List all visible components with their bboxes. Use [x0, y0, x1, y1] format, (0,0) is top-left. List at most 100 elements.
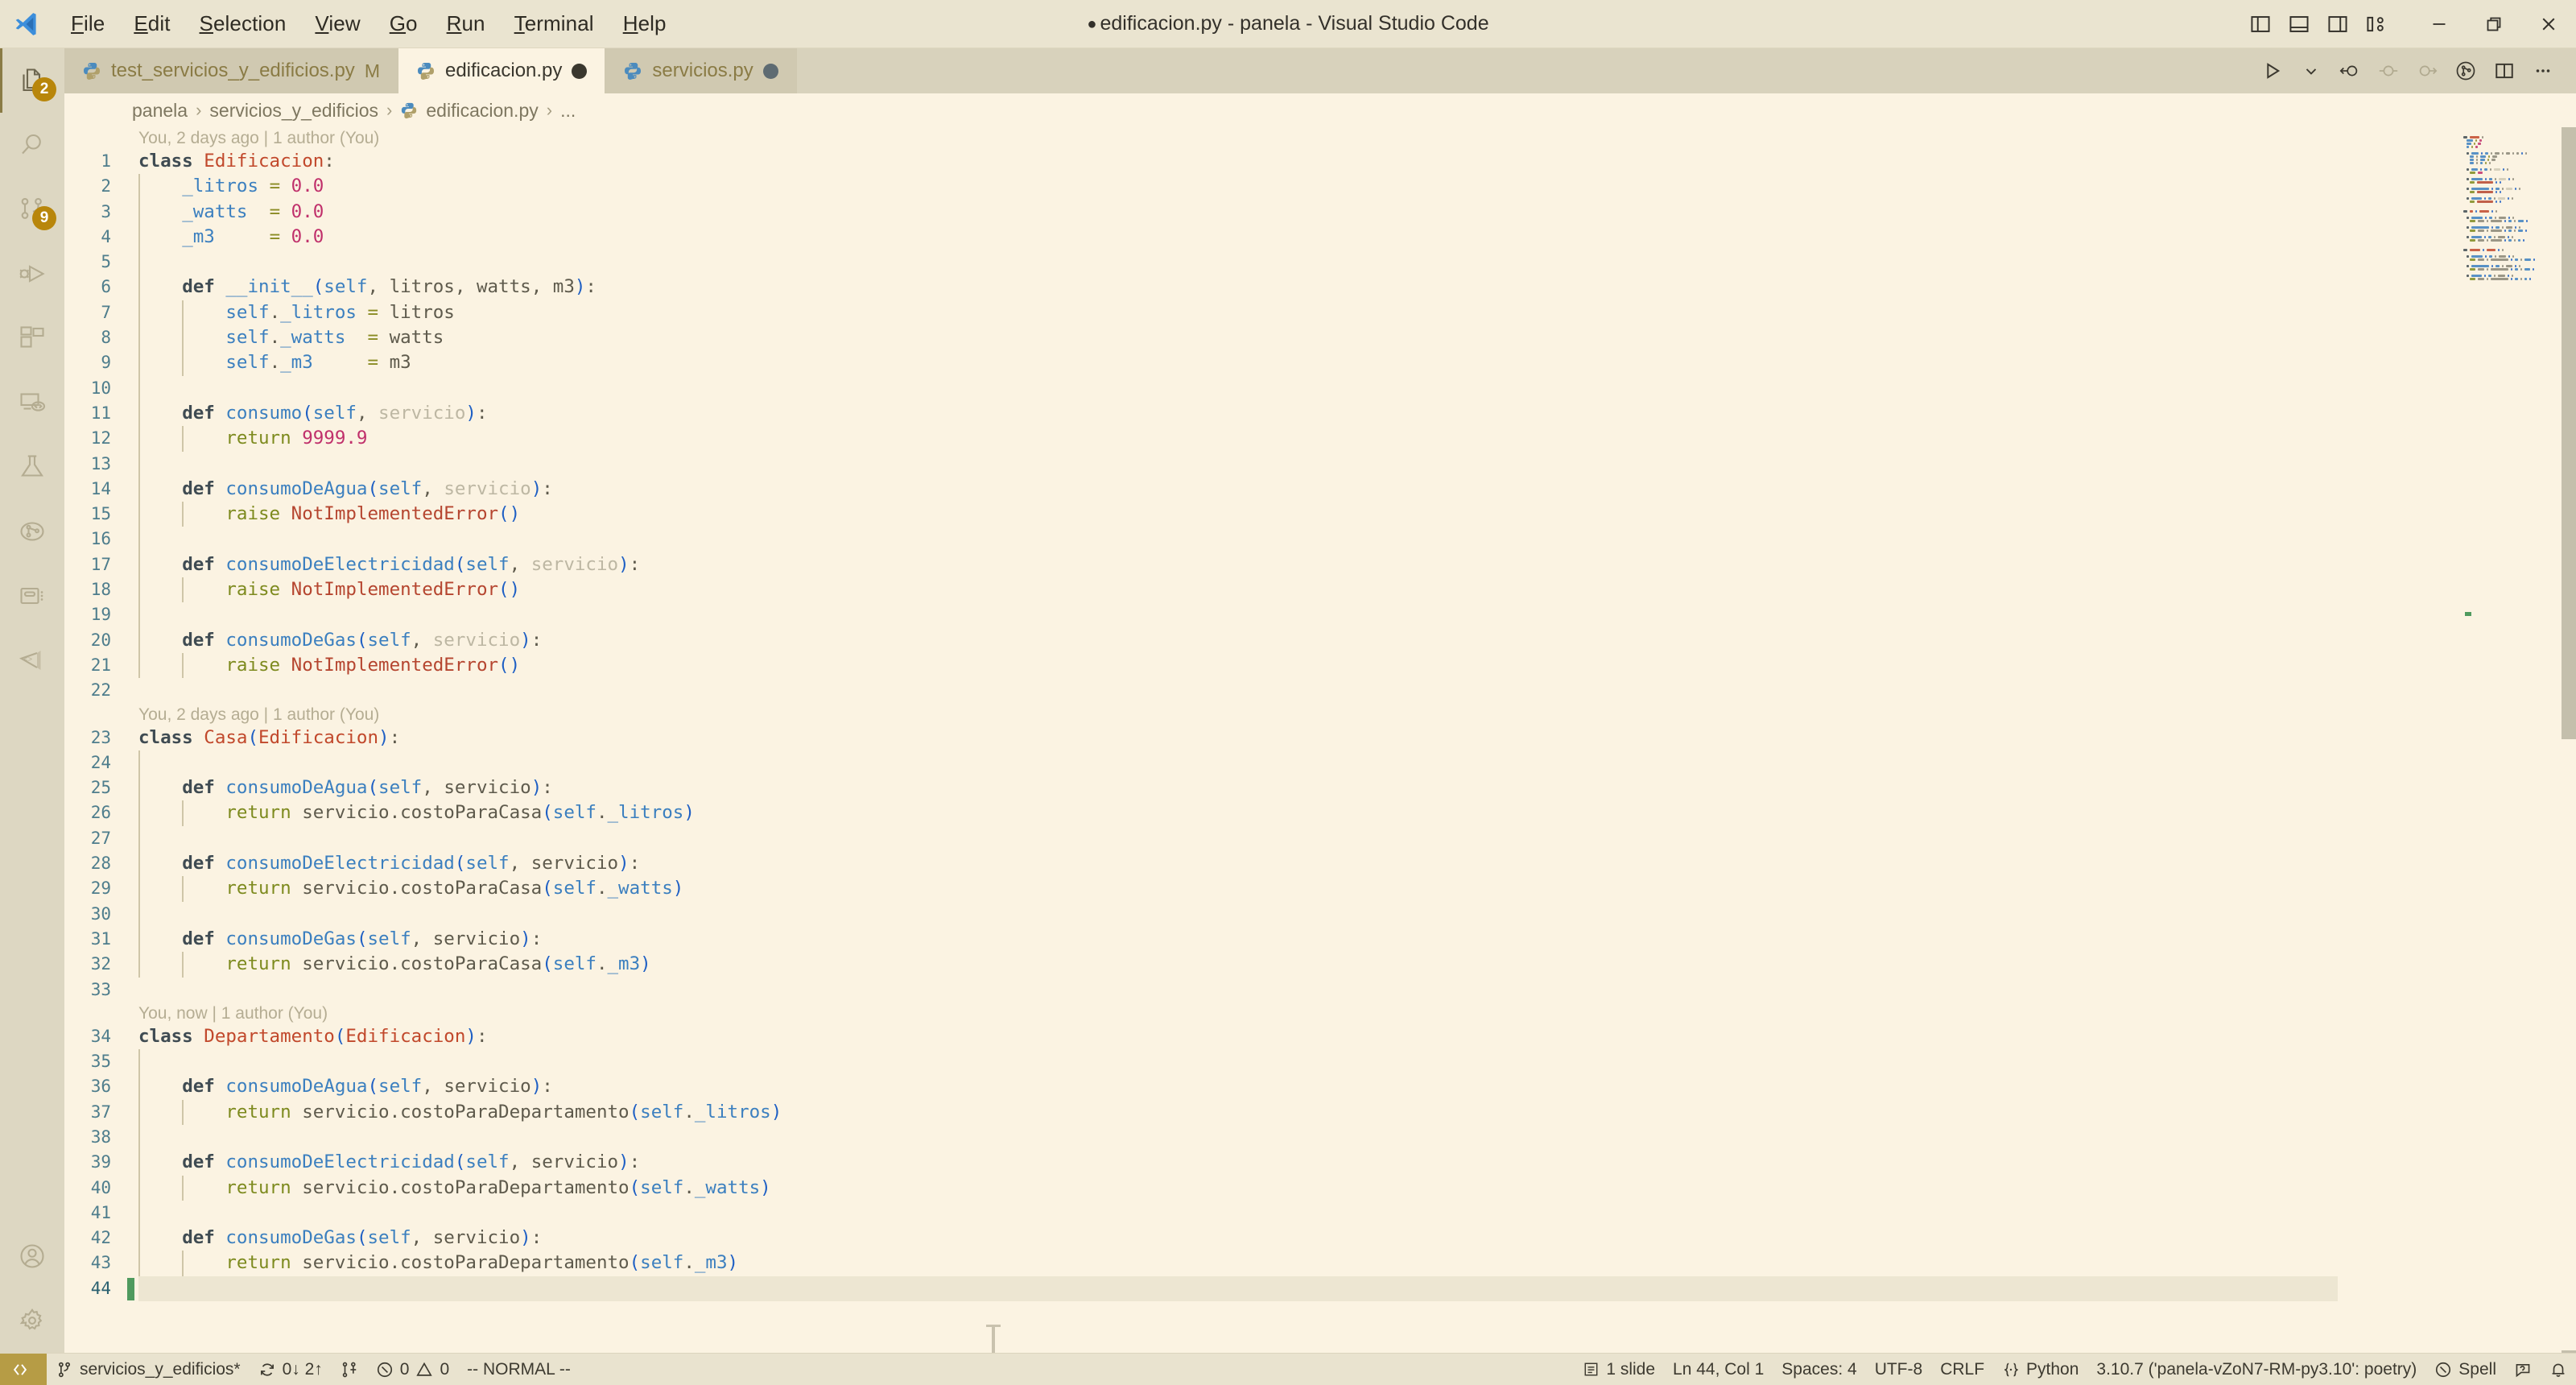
code-line[interactable]: 5: [64, 250, 2455, 275]
line-content[interactable]: [122, 250, 2455, 275]
line-content[interactable]: def __init__(self, litros, watts, m3):: [122, 275, 2455, 300]
status-language-mode[interactable]: Python: [1993, 1354, 2087, 1385]
line-content[interactable]: def consumoDeElectricidad(self, servicio…: [122, 1150, 2455, 1176]
code-line[interactable]: 43 return servicio.costoParaDepartamento…: [64, 1251, 2455, 1276]
minimap[interactable]: [2455, 127, 2576, 1353]
code-line[interactable]: 34 class Departamento(Edificacion):: [64, 1024, 2455, 1049]
status-feedback[interactable]: [2505, 1354, 2541, 1385]
line-content[interactable]: def consumoDeGas(self, servicio):: [122, 926, 2455, 953]
line-content[interactable]: [122, 1276, 2455, 1301]
line-content[interactable]: [122, 602, 2455, 628]
code-line[interactable]: 35: [64, 1049, 2455, 1075]
sidebar-item-git-graph[interactable]: [0, 499, 64, 564]
sidebar-item-search[interactable]: [0, 113, 64, 177]
gear-icon[interactable]: [0, 1288, 64, 1353]
line-content[interactable]: def consumoDeAgua(self, servicio):: [122, 775, 2455, 801]
line-content[interactable]: def consumoDeElectricidad(self, servicio…: [122, 851, 2455, 877]
breadcrumb-item-panela[interactable]: panela: [132, 100, 188, 122]
line-content[interactable]: return servicio.costoParaCasa(self._watt…: [122, 876, 2455, 902]
line-content[interactable]: [122, 527, 2455, 552]
line-content[interactable]: raise NotImplementedError(): [122, 652, 2455, 679]
line-content[interactable]: self._litros = litros: [122, 300, 2455, 326]
code-line[interactable]: 12 return 9999.9: [64, 426, 2455, 452]
step-current-icon[interactable]: [2370, 52, 2407, 89]
line-content[interactable]: raise NotImplementedError(): [122, 577, 2455, 603]
minimize-button[interactable]: [2412, 0, 2467, 48]
menu-selection[interactable]: Selection: [185, 6, 301, 41]
line-content[interactable]: [122, 825, 2455, 852]
menu-go[interactable]: Go: [375, 6, 432, 41]
line-content[interactable]: return servicio.costoParaCasa(self._m3): [122, 952, 2455, 978]
code-line[interactable]: 28 def consumoDeElectricidad(self, servi…: [64, 851, 2455, 877]
breadcrumb-item-servicios_y_edificios[interactable]: servicios_y_edificios: [209, 100, 378, 122]
code-line[interactable]: 41: [64, 1200, 2455, 1226]
breadcrumb-item-edificacion[interactable]: edificacion.py: [426, 100, 538, 122]
code-line[interactable]: 7 self._litros = litros: [64, 300, 2455, 326]
code-line[interactable]: 30: [64, 901, 2455, 927]
code-line[interactable]: 29 return servicio.costoParaCasa(self._w…: [64, 876, 2455, 902]
status-git-branch[interactable]: servicios_y_edificios*: [47, 1354, 250, 1385]
split-editor-icon[interactable]: [2486, 52, 2523, 89]
code-line[interactable]: 3 _watts = 0.0: [64, 199, 2455, 225]
restore-button[interactable]: [2467, 0, 2521, 48]
tab-edificacion[interactable]: edificacion.py: [398, 48, 606, 93]
code-line[interactable]: 17 def consumoDeElectricidad(self, servi…: [64, 552, 2455, 578]
line-content[interactable]: [122, 678, 2455, 703]
status-cursor-position[interactable]: Ln 44, Col 1: [1664, 1354, 1773, 1385]
code-line[interactable]: 10: [64, 375, 2455, 401]
status-spell-checker[interactable]: Spell: [2425, 1354, 2505, 1385]
line-content[interactable]: return servicio.costoParaCasa(self._litr…: [122, 800, 2455, 826]
line-content[interactable]: [122, 978, 2455, 1003]
status-git-sync[interactable]: 0↓ 2↑: [250, 1354, 332, 1385]
git-graph-circle-icon[interactable]: [2447, 52, 2484, 89]
code-editor[interactable]: You, 2 days ago | 1 author (You) 1 class E…: [64, 127, 2576, 1353]
tab-dirty-indicator[interactable]: [762, 63, 778, 79]
status-notifications[interactable]: [2541, 1354, 2576, 1385]
code-lines[interactable]: You, 2 days ago | 1 author (You) 1 class E…: [64, 127, 2455, 1302]
sidebar-item-run-and-debug[interactable]: [0, 242, 64, 306]
line-content[interactable]: [122, 750, 2455, 776]
toggle-panel-icon[interactable]: [2281, 6, 2317, 42]
code-line[interactable]: 27: [64, 825, 2455, 852]
status-python-interpreter[interactable]: 3.10.7 ('panela-vZoN7-RM-py3.10': poetry…: [2087, 1354, 2425, 1385]
status-encoding[interactable]: UTF-8: [1866, 1354, 1932, 1385]
chevron-down-icon[interactable]: [2293, 52, 2330, 89]
toggle-secondary-sidebar-icon[interactable]: [2320, 6, 2355, 42]
line-content[interactable]: [122, 1124, 2455, 1151]
code-line[interactable]: 2 _litros = 0.0: [64, 174, 2455, 200]
breadcrumb-item-more[interactable]: ...: [560, 100, 576, 122]
code-line[interactable]: 24: [64, 750, 2455, 776]
minimap-scrollbar-slider[interactable]: [2562, 127, 2576, 739]
account-icon[interactable]: [0, 1224, 64, 1288]
sidebar-item-extensions[interactable]: [0, 306, 64, 370]
code-line[interactable]: 42 def consumoDeGas(self, servicio):: [64, 1226, 2455, 1251]
status-indentation[interactable]: Spaces: 4: [1773, 1354, 1865, 1385]
sidebar-item-remote-explorer[interactable]: [0, 370, 64, 435]
line-content[interactable]: def consumoDeAgua(self, servicio):: [122, 476, 2455, 502]
sidebar-item-source-control[interactable]: 9: [0, 177, 64, 242]
line-content[interactable]: def consumoDeAgua(self, servicio):: [122, 1074, 2455, 1100]
line-content[interactable]: return servicio.costoParaDepartamento(se…: [122, 1099, 2455, 1125]
code-line[interactable]: 13: [64, 451, 2455, 477]
play-icon[interactable]: [2254, 52, 2291, 89]
code-line[interactable]: 38: [64, 1124, 2455, 1151]
code-pane[interactable]: You, 2 days ago | 1 author (You) 1 class E…: [64, 127, 2455, 1353]
line-content[interactable]: class Casa(Edificacion):: [122, 726, 2455, 750]
code-line[interactable]: 31 def consumoDeGas(self, servicio):: [64, 926, 2455, 953]
line-content[interactable]: _watts = 0.0: [122, 199, 2455, 225]
customize-layout-icon[interactable]: [2359, 6, 2394, 42]
menu-edit[interactable]: Edit: [119, 6, 184, 41]
tab-dirty-indicator[interactable]: [572, 63, 588, 79]
sidebar-item-database[interactable]: [0, 564, 64, 628]
line-content[interactable]: class Edificacion:: [122, 149, 2455, 174]
sidebar-item-testing[interactable]: [0, 435, 64, 499]
code-line[interactable]: 39 def consumoDeElectricidad(self, servi…: [64, 1150, 2455, 1176]
step-forward-icon[interactable]: [2409, 52, 2446, 89]
code-line[interactable]: 19: [64, 602, 2455, 628]
line-content[interactable]: def consumoDeGas(self, servicio):: [122, 1226, 2455, 1251]
ellipsis-icon[interactable]: [2524, 52, 2562, 89]
code-line[interactable]: 32 return servicio.costoParaCasa(self._m…: [64, 952, 2455, 978]
code-line[interactable]: 33: [64, 978, 2455, 1003]
code-line[interactable]: 16: [64, 527, 2455, 552]
toggle-primary-sidebar-icon[interactable]: [2243, 6, 2278, 42]
